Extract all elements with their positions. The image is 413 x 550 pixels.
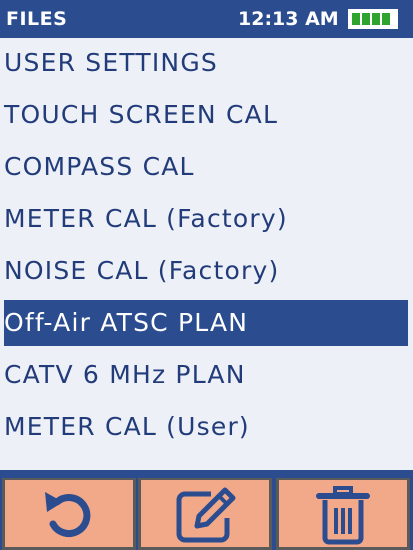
edit-icon <box>176 487 236 543</box>
menu-item-touch-screen-cal[interactable]: TOUCH SCREEN CAL <box>4 92 408 138</box>
edit-button[interactable] <box>138 478 272 550</box>
undo-button[interactable] <box>2 478 136 550</box>
menu-item-off-air-atsc-plan[interactable]: Off-Air ATSC PLAN <box>4 300 408 346</box>
menu-item-label: CATV 6 MHz PLAN <box>4 360 246 389</box>
menu-item-meter-cal-factory[interactable]: METER CAL (Factory) <box>4 196 408 242</box>
files-menu-list: USER SETTINGS TOUCH SCREEN CAL COMPASS C… <box>0 40 413 460</box>
battery-full-icon <box>348 9 398 29</box>
action-toolbar <box>0 478 413 550</box>
menu-item-label: NOISE CAL (Factory) <box>4 256 280 285</box>
menu-item-label: COMPASS CAL <box>4 152 195 181</box>
menu-item-label: TOUCH SCREEN CAL <box>4 100 279 129</box>
menu-item-compass-cal[interactable]: COMPASS CAL <box>4 144 408 190</box>
menu-item-noise-cal-factory[interactable]: NOISE CAL (Factory) <box>4 248 408 294</box>
menu-item-label: METER CAL (Factory) <box>4 204 288 233</box>
menu-item-label: Off-Air ATSC PLAN <box>4 308 249 337</box>
menu-item-label: METER CAL (User) <box>4 412 250 441</box>
delete-button[interactable] <box>276 478 410 550</box>
trash-icon <box>316 486 370 545</box>
undo-icon <box>45 492 91 537</box>
menu-item-catv-6mhz-plan[interactable]: CATV 6 MHz PLAN <box>4 352 408 398</box>
menu-item-user-settings[interactable]: USER SETTINGS <box>4 40 408 86</box>
menu-item-label: USER SETTINGS <box>4 48 218 77</box>
status-bar: FILES 12:13 AM <box>0 0 413 38</box>
menu-item-meter-cal-user[interactable]: METER CAL (User) <box>4 404 408 450</box>
screen-title: FILES <box>6 8 68 30</box>
toolbar-divider <box>0 470 413 478</box>
clock: 12:13 AM <box>238 8 339 30</box>
